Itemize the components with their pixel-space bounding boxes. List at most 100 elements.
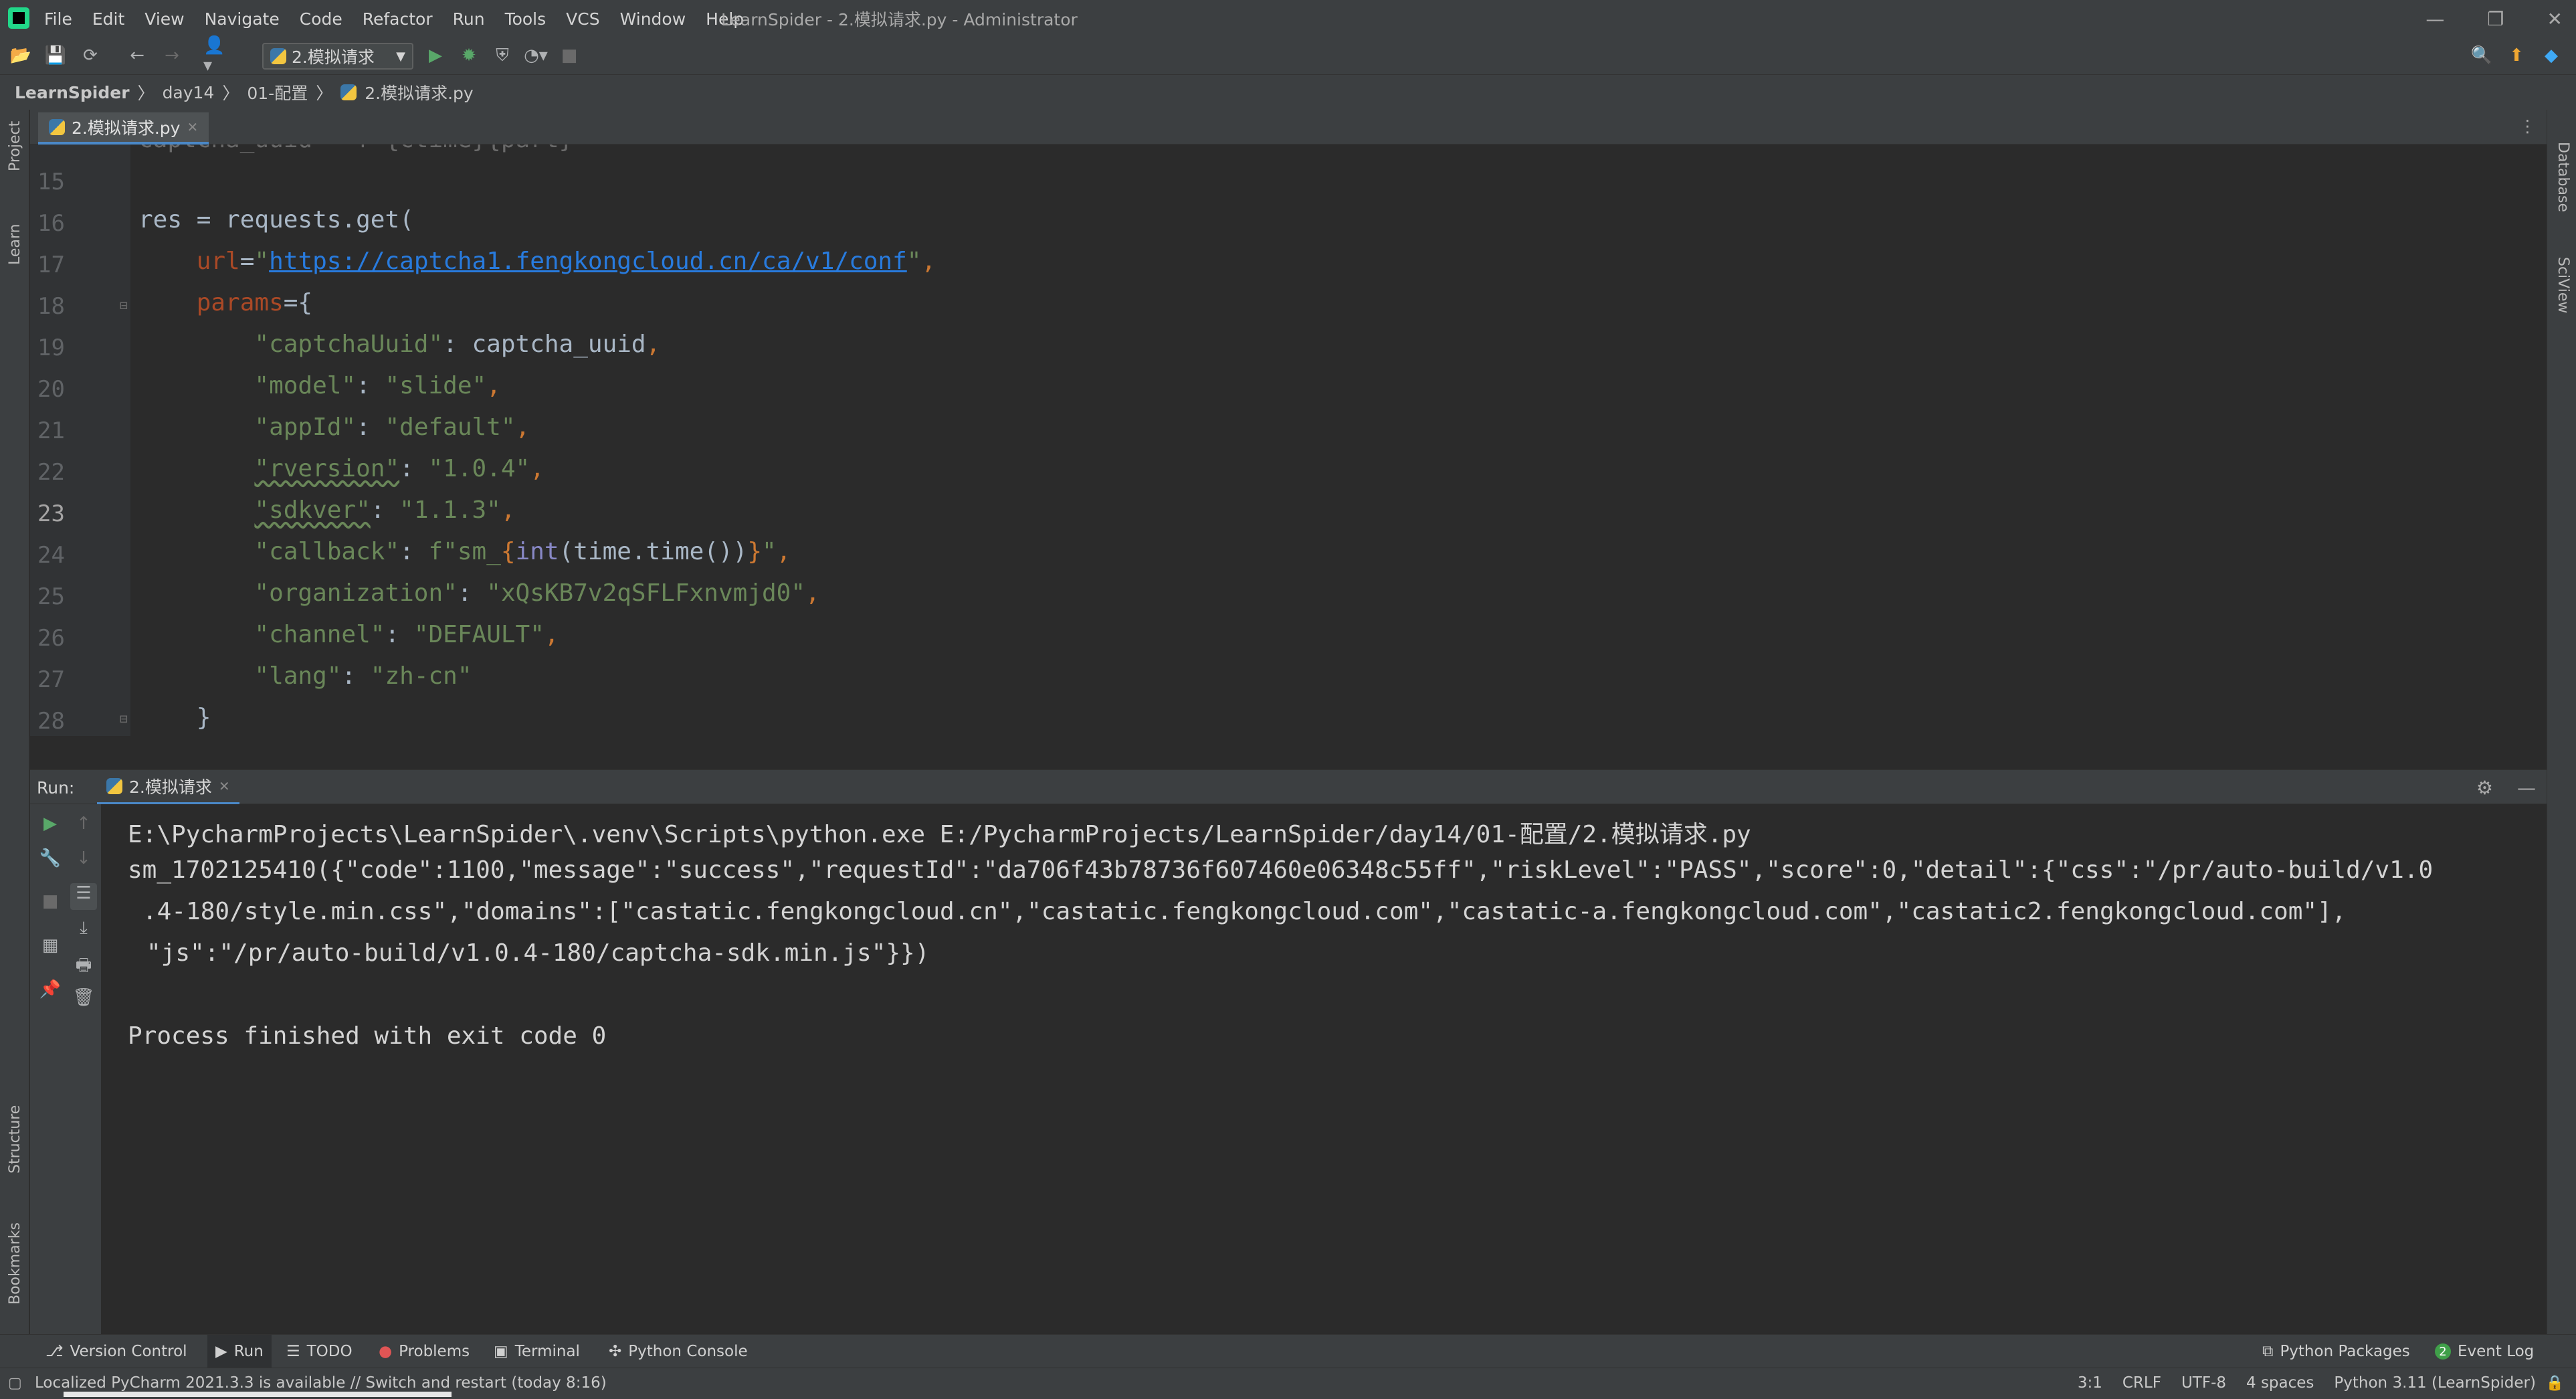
stop-icon[interactable]: ■ (37, 891, 64, 918)
restore-icon[interactable]: ❐ (2487, 8, 2504, 30)
run-console-output[interactable]: E:\PycharmProjects\LearnSpider\.venv\Scr… (101, 804, 2547, 1334)
dict-value: "default" (385, 413, 516, 441)
sync-icon[interactable]: ⟳ (78, 43, 103, 68)
rerun-icon[interactable]: ▶ (37, 814, 64, 840)
kwarg-name: url (196, 248, 240, 275)
scroll-to-end-icon[interactable]: ⤓ (70, 918, 97, 945)
trash-icon[interactable]: 🗑 (70, 988, 97, 1014)
tool-window-problems[interactable]: ● Problems (379, 1335, 470, 1368)
file-encoding[interactable]: UTF-8 (2181, 1374, 2226, 1392)
tool-window-python-console[interactable]: ✣ Python Console (609, 1335, 748, 1368)
tool-window-event-log[interactable]: 2 Event Log (2435, 1335, 2534, 1368)
dict-key: "model" (254, 372, 357, 399)
line-number: 16 (37, 210, 65, 237)
profile-icon[interactable]: ◔▾ (523, 43, 549, 68)
code-line-28: } (138, 704, 211, 731)
menu-run[interactable]: Run (453, 9, 485, 29)
tool-window-version-control[interactable]: ⎇ Version Control (45, 1335, 187, 1368)
minimize-icon[interactable]: — (2425, 8, 2444, 30)
code-text: : (385, 621, 414, 648)
tool-tab-learn[interactable]: Learn (7, 224, 23, 266)
stop-icon[interactable]: ■ (557, 43, 582, 68)
terminal-icon: ▣ (494, 1343, 508, 1360)
dict-key: "rversion" (254, 455, 400, 482)
fstring-end: " (762, 538, 777, 565)
code-text: : (356, 372, 385, 399)
open-folder-icon[interactable]: 📂 (8, 43, 33, 68)
event-badge: 2 (2435, 1343, 2451, 1360)
breadcrumb: LearnSpider 〉 day14 〉 01-配置 〉 2.模拟请求.py (0, 75, 2576, 110)
line-separator[interactable]: CRLF (2122, 1374, 2161, 1392)
editor-tab-bar: 2.模拟请求.py ✕ ⋮ (30, 110, 2547, 145)
close-tab-icon[interactable]: ✕ (219, 778, 230, 794)
code-editor[interactable]: captcha_uuid = f"{ctime}{part}" res = re… (130, 145, 2547, 736)
fold-icon[interactable]: ⊟ (120, 297, 128, 313)
back-icon[interactable]: ← (124, 43, 150, 68)
python-interpreter[interactable]: Python 3.11 (LearnSpider) (2334, 1374, 2536, 1392)
arrow-up-icon[interactable]: ↑ (70, 814, 97, 840)
fold-end-icon[interactable]: ⊟ (120, 711, 128, 727)
code-text: ={ (283, 289, 313, 316)
tool-tab-bookmarks[interactable]: Bookmarks (7, 1222, 23, 1305)
menu-view[interactable]: View (144, 9, 184, 29)
wrench-icon[interactable]: 🔧 (37, 848, 64, 875)
soft-wrap-icon[interactable]: ☰ (70, 883, 97, 910)
toggle-tool-windows-icon[interactable]: ▢ (8, 1375, 22, 1392)
menu-file[interactable]: File (44, 9, 72, 29)
python-console-icon: ✣ (609, 1343, 622, 1360)
print-icon[interactable]: 🖶 (70, 953, 97, 980)
tool-tab-sciview[interactable]: SciView (2555, 257, 2571, 313)
run-config-selector[interactable]: 2.模拟请求 ▼ (262, 43, 413, 70)
coverage-icon[interactable]: ⛨ (490, 43, 515, 68)
more-options-icon[interactable]: ⋮ (2519, 116, 2536, 136)
breadcrumb-subfolder[interactable]: 01-配置 (247, 80, 308, 104)
menu-code[interactable]: Code (300, 9, 342, 29)
code-line-23: "sdkver": "1.1.3", (138, 496, 515, 524)
breadcrumb-file[interactable]: 2.模拟请求.py (365, 80, 473, 104)
tool-tab-project[interactable]: Project (7, 121, 23, 171)
menu-refactor[interactable]: Refactor (363, 9, 433, 29)
close-tab-icon[interactable]: ✕ (187, 119, 198, 135)
tool-window-terminal[interactable]: ▣ Terminal (494, 1335, 580, 1368)
menu-tools[interactable]: Tools (505, 9, 547, 29)
url-link[interactable]: https://captcha1.fengkongcloud.cn/ca/v1/… (269, 248, 907, 275)
arrow-down-icon[interactable]: ↓ (70, 848, 97, 875)
tool-window-python-packages[interactable]: ⧉ Python Packages (2262, 1335, 2410, 1368)
code-text: : (457, 579, 487, 607)
save-icon[interactable]: 💾 (43, 43, 68, 68)
breadcrumb-folder[interactable]: day14 (163, 83, 215, 102)
debug-icon[interactable]: ✹ (456, 43, 482, 68)
tool-tab-structure[interactable]: Structure (7, 1105, 23, 1174)
tool-tab-database[interactable]: Database (2555, 142, 2571, 212)
search-icon[interactable]: 🔍 (2469, 43, 2494, 68)
caret-position[interactable]: 3:1 (2078, 1374, 2102, 1392)
forward-icon[interactable]: → (159, 43, 185, 68)
menu-window[interactable]: Window (620, 9, 686, 29)
indent-setting[interactable]: 4 spaces (2246, 1374, 2314, 1392)
run-tab[interactable]: 2.模拟请求 ✕ (97, 770, 239, 805)
code-comma: , (486, 372, 501, 399)
menu-edit[interactable]: Edit (92, 9, 124, 29)
console-line: "js":"/pr/auto-build/v1.0.4-180/captcha-… (146, 939, 930, 967)
main-menu: File Edit View Navigate Code Refactor Ru… (44, 0, 744, 37)
user-icon[interactable]: 👤▾ (203, 35, 229, 76)
editor-tab-active[interactable]: 2.模拟请求.py ✕ (38, 112, 209, 145)
console-line: .4-180/style.min.css","domains":["castat… (142, 898, 2347, 925)
gear-icon[interactable]: ⚙ (2476, 777, 2493, 799)
run-icon[interactable]: ▶ (423, 43, 448, 68)
chevron-right-icon: 〉 (316, 84, 333, 103)
tool-window-todo[interactable]: ☰ TODO (286, 1335, 353, 1368)
layout-icon[interactable]: ▦ (37, 935, 64, 962)
menu-navigate[interactable]: Navigate (205, 9, 280, 29)
pin-icon[interactable]: 📌 (37, 980, 64, 1006)
tool-window-run[interactable]: ▶ Run (207, 1335, 272, 1368)
jetbrains-toolbox-icon[interactable]: ◆ (2539, 43, 2564, 68)
close-icon[interactable]: ✕ (2547, 8, 2563, 30)
run-config-label: 2.模拟请求 (292, 48, 375, 67)
breadcrumb-project[interactable]: LearnSpider (15, 83, 130, 102)
hide-panel-icon[interactable]: — (2517, 777, 2536, 799)
code-comma: , (776, 538, 791, 565)
menu-vcs[interactable]: VCS (566, 9, 599, 29)
update-icon[interactable]: ⬆ (2504, 43, 2529, 68)
lock-icon[interactable]: 🔒 (2546, 1375, 2564, 1392)
